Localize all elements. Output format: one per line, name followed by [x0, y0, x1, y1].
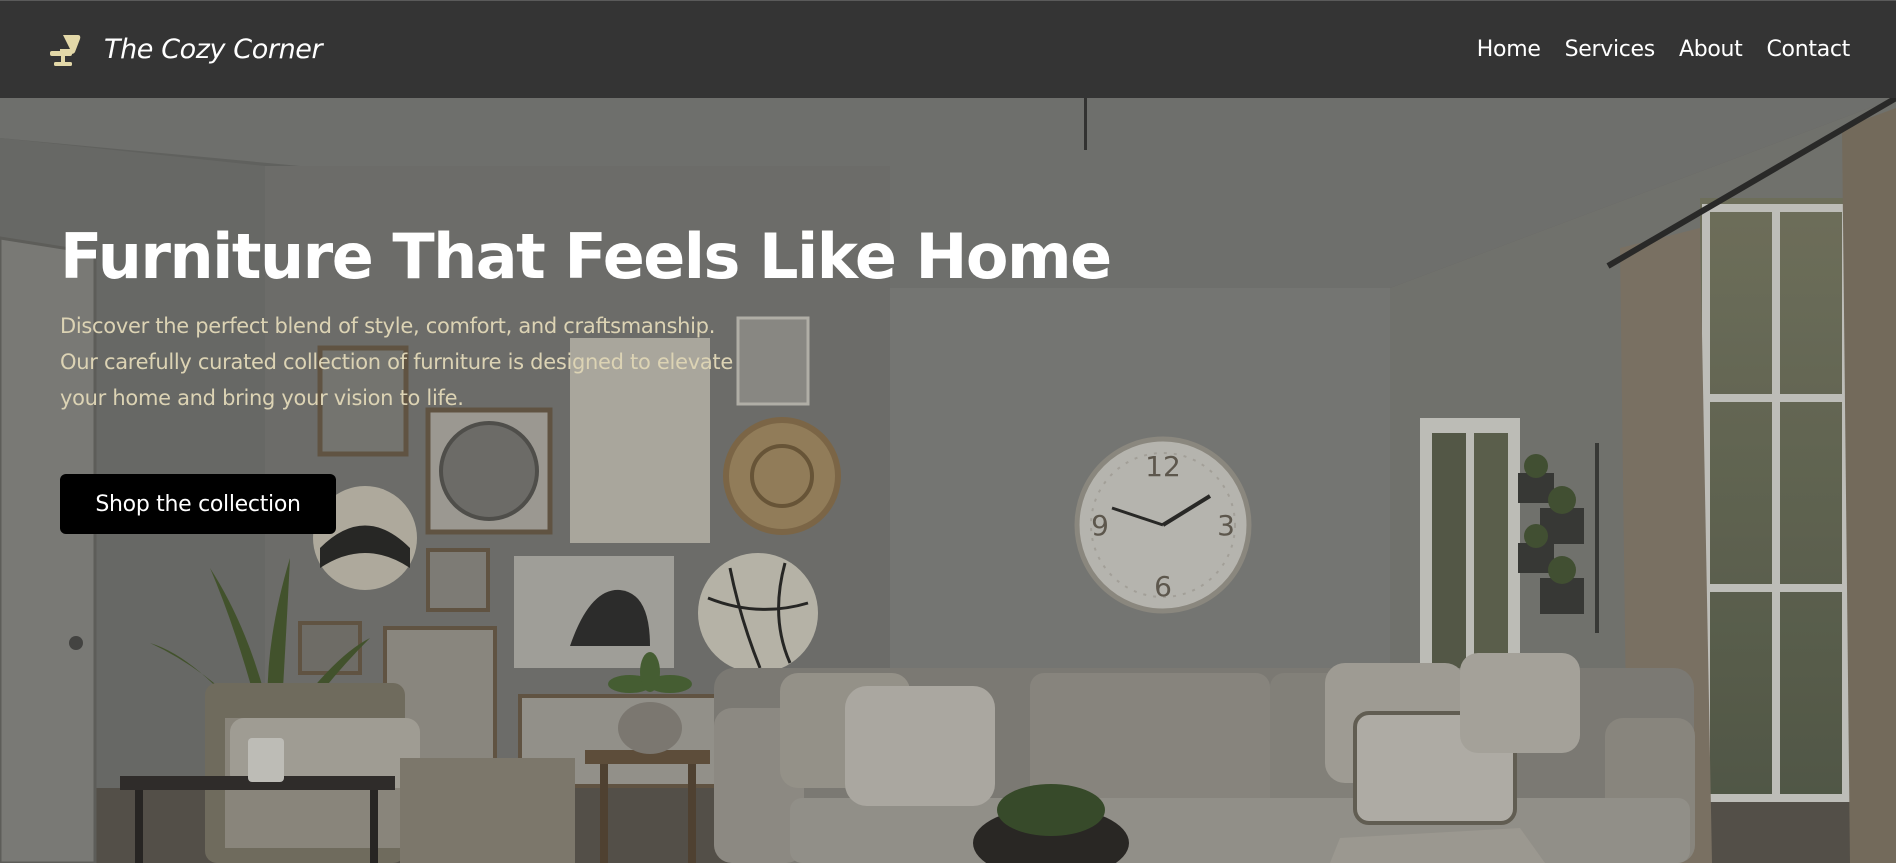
- hero-section: 12 3 6 9 Furniture That Feels Like Home …: [0, 98, 1896, 863]
- chair-icon: [50, 34, 81, 66]
- hero-title: Furniture That Feels Like Home: [60, 220, 1112, 293]
- main-nav: Home Services About Contact: [1477, 37, 1851, 62]
- hero-description-line: Discover the perfect blend of style, com…: [60, 314, 716, 338]
- hero-description-line: your home and bring your vision to life.: [60, 386, 464, 410]
- brand-link[interactable]: The Cozy Corner: [48, 33, 323, 67]
- nav-home-link[interactable]: Home: [1477, 37, 1541, 62]
- site-header: The Cozy Corner Home Services About Cont…: [0, 0, 1896, 98]
- brand-name: The Cozy Corner: [104, 34, 323, 65]
- hero-content: Furniture That Feels Like Home Discover …: [60, 226, 1160, 534]
- hero-description-line: Our carefully curated collection of furn…: [60, 350, 733, 374]
- nav-about-link[interactable]: About: [1679, 37, 1743, 62]
- nav-contact-link[interactable]: Contact: [1767, 37, 1851, 62]
- nav-services-link[interactable]: Services: [1565, 37, 1656, 62]
- hero-description: Discover the perfect blend of style, com…: [60, 308, 820, 416]
- shop-collection-button[interactable]: Shop the collection: [60, 474, 336, 534]
